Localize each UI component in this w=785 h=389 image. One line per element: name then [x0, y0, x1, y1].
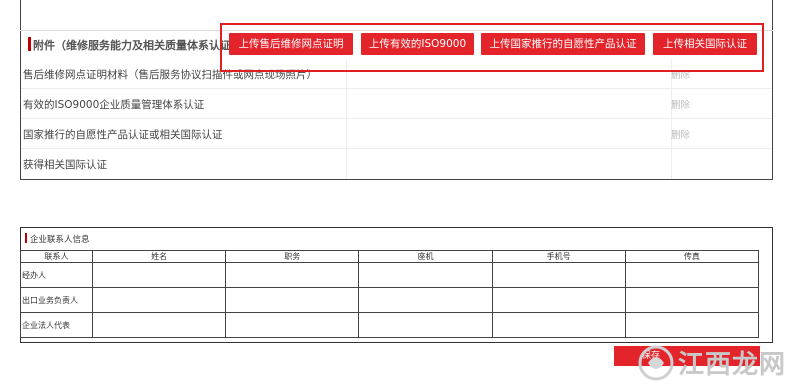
attachment-label: 有效的ISO9000企业质量管理体系认证	[23, 99, 205, 111]
mobile-input[interactable]	[493, 288, 625, 312]
mobile-input[interactable]	[493, 263, 625, 287]
attachments-section-title: 附件（维修服务能力及相关质量体系认证）	[33, 39, 242, 52]
attachment-row: 国家推行的自愿性产品认证或相关国际认证 删除	[21, 119, 772, 149]
landline-input[interactable]	[359, 313, 491, 337]
name-input[interactable]	[93, 288, 225, 312]
fax-input[interactable]	[626, 313, 758, 337]
position-input[interactable]	[226, 288, 358, 312]
watermark-text: 江西龙网	[678, 350, 785, 380]
column-header: 传真	[624, 250, 760, 263]
table-row: 经办人	[20, 262, 760, 288]
attachment-label: 获得相关国际认证	[23, 159, 107, 171]
mobile-input[interactable]	[493, 313, 625, 337]
column-header: 手机号	[491, 250, 626, 263]
contacts-section-title: 企业联系人信息	[30, 235, 90, 245]
upload-international-certification-button[interactable]: 上传相关国际认证	[653, 33, 757, 55]
fax-input[interactable]	[626, 288, 758, 312]
column-header: 座机	[358, 250, 493, 263]
fax-input[interactable]	[626, 263, 758, 287]
attachment-row: 获得相关国际认证	[21, 149, 772, 179]
table-header-row: 联系人 姓名 职务 座机 手机号 传真	[20, 250, 760, 263]
row-label: 出口业务负责人	[20, 287, 93, 313]
landline-input[interactable]	[359, 288, 491, 312]
row-label: 经办人	[20, 262, 93, 288]
row-label: 企业法人代表	[20, 312, 93, 338]
upload-service-outlet-proof-button[interactable]: 上传售后维修网点证明	[229, 33, 353, 55]
landline-input[interactable]	[359, 263, 491, 287]
upload-voluntary-certification-button[interactable]: 上传国家推行的自愿性产品认证	[481, 33, 645, 55]
column-header: 联系人	[20, 250, 93, 263]
table-row: 出口业务负责人	[20, 287, 760, 313]
table-row: 企业法人代表	[20, 312, 760, 338]
column-header: 职务	[225, 250, 360, 263]
delete-link[interactable]: 删除	[671, 127, 690, 141]
position-input[interactable]	[226, 263, 358, 287]
section-marker	[25, 233, 27, 243]
section-marker	[28, 37, 31, 51]
attachment-row: 有效的ISO9000企业质量管理体系认证 删除	[21, 89, 772, 119]
attachment-file-cell	[346, 149, 672, 179]
attachment-file-cell	[346, 89, 672, 118]
delete-link[interactable]: 删除	[671, 97, 690, 111]
column-header: 姓名	[91, 250, 227, 263]
position-input[interactable]	[226, 313, 358, 337]
name-input[interactable]	[93, 313, 225, 337]
upload-iso9000-button[interactable]: 上传有效的ISO9000	[361, 33, 474, 55]
name-input[interactable]	[93, 263, 225, 287]
contacts-table: 联系人 姓名 职务 座机 手机号 传真 经办人 出口业务负责人 企业法人代表	[20, 250, 760, 338]
attachment-label: 国家推行的自愿性产品认证或相关国际认证	[23, 129, 223, 141]
attachment-file-cell	[346, 119, 672, 148]
